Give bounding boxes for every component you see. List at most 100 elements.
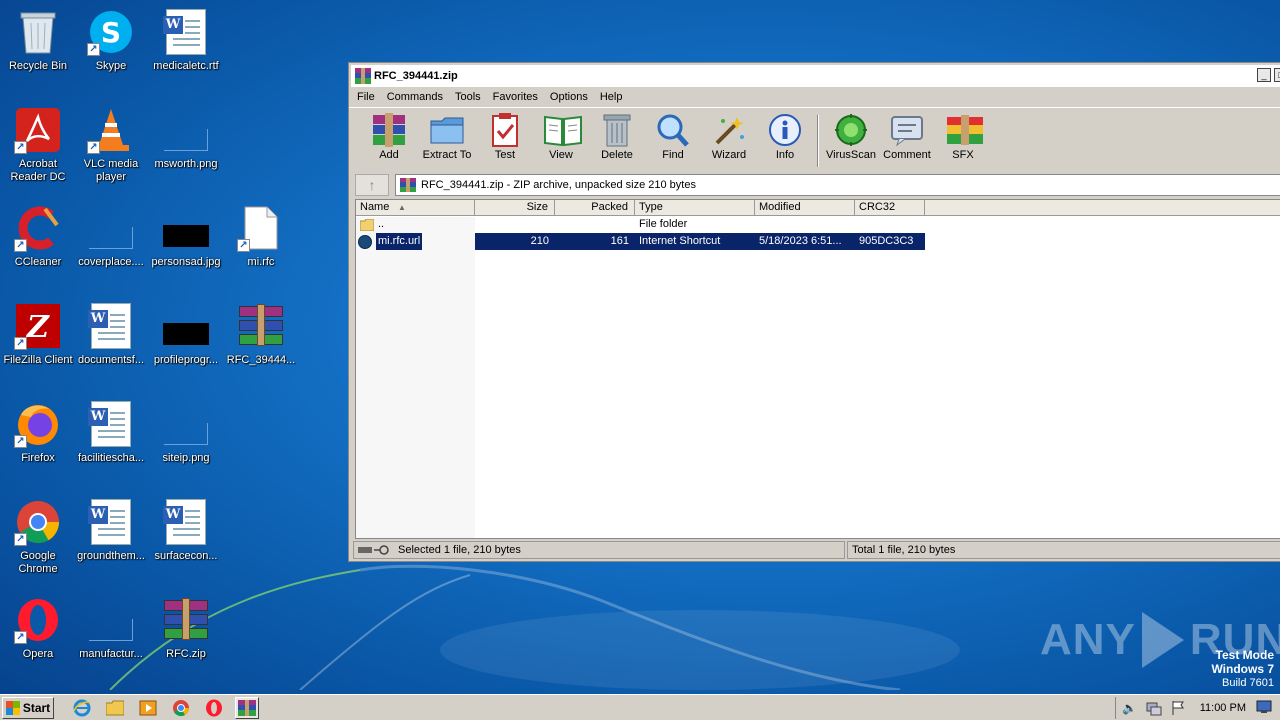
action-center-flag-icon[interactable] [1170,700,1186,716]
menu-tools[interactable]: Tools [455,91,481,103]
desktop-icon-firefox[interactable]: ↗ Firefox [0,400,76,465]
comment-button[interactable]: Comment [879,111,935,161]
desktop-icon-mi-rfc[interactable]: ↗ mi.rfc [223,204,299,269]
minimize-button[interactable]: _ [1257,68,1271,82]
desktop-icon-groundthem[interactable]: W groundthem... [73,498,149,563]
archive-small-icon [400,178,416,192]
desktop-icon-label: siteip.png [162,452,210,464]
start-button[interactable]: Start [2,696,54,719]
add-archive-icon [371,113,407,147]
taskbar-ie-button[interactable] [70,697,94,719]
extract-to-button[interactable]: Extract To [417,111,477,161]
taskbar-media-player-button[interactable] [136,697,160,719]
menu-commands[interactable]: Commands [387,91,443,103]
find-button[interactable]: Find [645,111,701,161]
desktop-icon-filezilla[interactable]: Z ↗ FileZilla Client [0,302,76,367]
window-titlebar[interactable]: RFC_394441.zip _ □ [351,65,1280,87]
desktop-icon-label: manufactur... [79,648,143,660]
recycle-bin-icon [14,8,62,56]
info-icon [767,113,803,147]
winrar-archive-icon [237,302,285,350]
desktop-icon-label: RFC.zip [166,648,206,660]
shortcut-arrow-icon: ↗ [14,239,27,252]
menu-options[interactable]: Options [550,91,588,103]
menu-favorites[interactable]: Favorites [493,91,538,103]
windows-flag-icon [5,700,20,715]
toolbar-label: Find [662,149,684,161]
wizard-button[interactable]: Wizard [701,111,757,161]
watermark-text-left: ANY [1040,615,1136,664]
column-name[interactable]: Name ▲ [356,200,475,215]
show-desktop-icon[interactable] [1256,700,1272,716]
up-one-level-button[interactable]: ↑ [355,174,389,196]
svg-text:S: S [101,16,121,49]
info-button[interactable]: Info [757,111,813,161]
desktop-icon-opera[interactable]: ↗ Opera [0,596,76,661]
desktop-icon-profileprogr[interactable]: profileprogr... [148,302,224,367]
column-packed[interactable]: Packed [555,200,635,215]
desktop-icon-rfc-zip[interactable]: RFC.zip [148,596,224,661]
desktop-icon-documentsf[interactable]: W documentsf... [73,302,149,367]
image-file-icon [87,204,135,252]
archive-path-field[interactable]: RFC_394441.zip - ZIP archive, unpacked s… [395,174,1280,196]
taskbar-winrar-button[interactable] [235,696,259,719]
desktop-icon-recycle-bin[interactable]: Recycle Bin [0,8,76,73]
desktop-icon-surfacecon[interactable]: W surfacecon... [148,498,224,563]
desktop-icon-rfc-394441[interactable]: RFC_39444... [223,302,299,367]
test-button[interactable]: Test [477,111,533,161]
desktop-icon-chrome[interactable]: ↗ Google Chrome [0,498,76,576]
virus-icon [833,113,869,147]
taskbar-chrome-button[interactable] [169,697,193,719]
table-row-selected[interactable]: mi.rfc.url 210 161 Internet Shortcut 5/1… [356,233,1280,250]
taskbar-opera-button[interactable] [202,697,226,719]
sfx-button[interactable]: SFX [935,111,991,161]
desktop-icon-label: coverplace.... [78,256,144,268]
taskbar-explorer-button[interactable] [103,697,127,719]
table-row[interactable]: .. File folder [356,216,1280,233]
image-file-icon [162,302,210,350]
maximize-button[interactable]: □ [1274,68,1280,82]
desktop-icon-siteip[interactable]: siteip.png [148,400,224,465]
status-selected-text: Selected 1 file, 210 bytes [398,544,521,556]
book-icon [543,113,582,147]
desktop-icon-facilitiescha[interactable]: W facilitiescha... [73,400,149,465]
desktop-icon-medicaletc[interactable]: W medicaletc.rtf [148,8,224,73]
image-file-icon [162,106,210,154]
desktop-icon-label: documentsf... [77,354,145,366]
desktop-icon-vlc[interactable]: ↗ VLC media player [73,106,149,184]
desktop-icon-coverplace[interactable]: coverplace.... [73,204,149,269]
desktop-icon-label: Recycle Bin [8,60,68,72]
desktop-icon-label: profileprogr... [153,354,219,366]
desktop-icon-label: Opera [22,648,54,660]
desktop-icon-manufactur[interactable]: manufactur... [73,596,149,661]
column-size[interactable]: Size [475,200,555,215]
desktop-icon-acrobat[interactable]: ↗ Acrobat Reader DC [0,106,76,184]
view-button[interactable]: View [533,111,589,161]
toolbar-label: Test [494,149,516,161]
desktop-icon-ccleaner[interactable]: ↗ CCleaner [0,204,76,269]
internet-shortcut-icon [358,234,372,249]
add-button[interactable]: Add [361,111,417,161]
shortcut-arrow-icon: ↗ [14,435,27,448]
shortcut-arrow-icon: ↗ [14,141,27,154]
desktop-icon-msworth[interactable]: msworth.png [148,106,224,171]
menu-help[interactable]: Help [600,91,623,103]
desktop-icon-label: Acrobat Reader DC [10,158,66,183]
column-modified[interactable]: Modified [755,200,855,215]
desktop-icon-personsad[interactable]: personsad.jpg [148,204,224,269]
row-crc [855,216,925,233]
volume-icon[interactable]: 🔈 [1122,700,1138,716]
network-icon[interactable] [1146,700,1162,716]
clock[interactable]: 11:00 PM [1200,702,1246,714]
desktop-icon-skype[interactable]: S ↗ Skype [73,8,149,73]
folder-up-icon [360,218,374,231]
status-selected: Selected 1 file, 210 bytes [353,541,845,559]
desktop-icon-label: RFC_39444... [226,354,296,366]
menu-file[interactable]: File [357,91,375,103]
row-modified [755,216,855,233]
shortcut-arrow-icon: ↗ [87,141,100,154]
column-type[interactable]: Type [635,200,755,215]
virusscan-button[interactable]: VirusScan [823,111,879,161]
delete-button[interactable]: Delete [589,111,645,161]
column-crc32[interactable]: CRC32 [855,200,925,215]
